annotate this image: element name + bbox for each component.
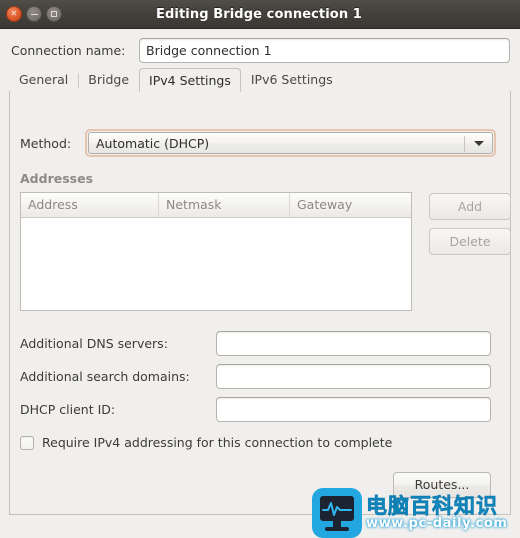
addresses-table-body <box>21 218 411 310</box>
minimize-icon[interactable] <box>26 6 42 22</box>
method-selected-value: Automatic (DHCP) <box>96 135 210 151</box>
column-header-gateway[interactable]: Gateway <box>290 193 411 217</box>
search-domains-input[interactable] <box>216 364 491 389</box>
require-ipv4-checkbox[interactable] <box>20 435 34 450</box>
dialog-body: Connection name: General Bridge IPv4 Set… <box>0 29 520 538</box>
addresses-section-label: Addresses <box>20 171 94 186</box>
tab-ipv6-settings[interactable]: IPv6 Settings <box>241 68 343 91</box>
settings-notebook: General Bridge IPv4 Settings IPv6 Settin… <box>9 68 511 515</box>
add-button[interactable]: Add <box>429 193 511 220</box>
title-bar: ✕ Editing Bridge connection 1 <box>0 0 520 29</box>
addresses-table[interactable]: Address Netmask Gateway <box>20 192 412 311</box>
require-ipv4-label: Require IPv4 addressing for this connect… <box>42 435 393 450</box>
require-ipv4-checkbox-row[interactable]: Require IPv4 addressing for this connect… <box>20 435 392 450</box>
tab-bridge[interactable]: Bridge <box>78 68 139 91</box>
chevron-down-icon <box>474 141 484 146</box>
search-domains-label: Additional search domains: <box>20 369 190 384</box>
dhcp-client-id-input[interactable] <box>216 397 491 422</box>
ipv4-settings-page: Method: Automatic (DHCP) Addresses Addre… <box>9 91 511 515</box>
maximize-icon[interactable] <box>46 6 62 22</box>
connection-name-row: Connection name: <box>0 36 520 64</box>
combobox-separator <box>464 136 465 152</box>
tab-ipv4-settings[interactable]: IPv4 Settings <box>139 68 241 92</box>
connection-name-label: Connection name: <box>11 42 126 58</box>
dns-servers-label: Additional DNS servers: <box>20 336 168 351</box>
delete-button[interactable]: Delete <box>429 228 511 255</box>
method-combobox[interactable]: Automatic (DHCP) <box>85 129 496 157</box>
routes-button[interactable]: Routes... <box>393 472 491 498</box>
column-header-address[interactable]: Address <box>21 193 159 217</box>
window-title: Editing Bridge connection 1 <box>156 6 362 22</box>
window-controls: ✕ <box>6 6 62 22</box>
tab-strip: General Bridge IPv4 Settings IPv6 Settin… <box>9 68 511 92</box>
connection-name-input[interactable] <box>139 38 510 63</box>
addresses-table-header: Address Netmask Gateway <box>21 193 411 218</box>
dns-servers-input[interactable] <box>216 331 491 356</box>
close-icon[interactable]: ✕ <box>6 6 22 22</box>
tab-general[interactable]: General <box>9 68 78 91</box>
column-header-netmask[interactable]: Netmask <box>159 193 290 217</box>
dhcp-client-id-label: DHCP client ID: <box>20 402 116 417</box>
method-label: Method: <box>20 136 72 151</box>
method-combobox-inner: Automatic (DHCP) <box>88 132 493 154</box>
